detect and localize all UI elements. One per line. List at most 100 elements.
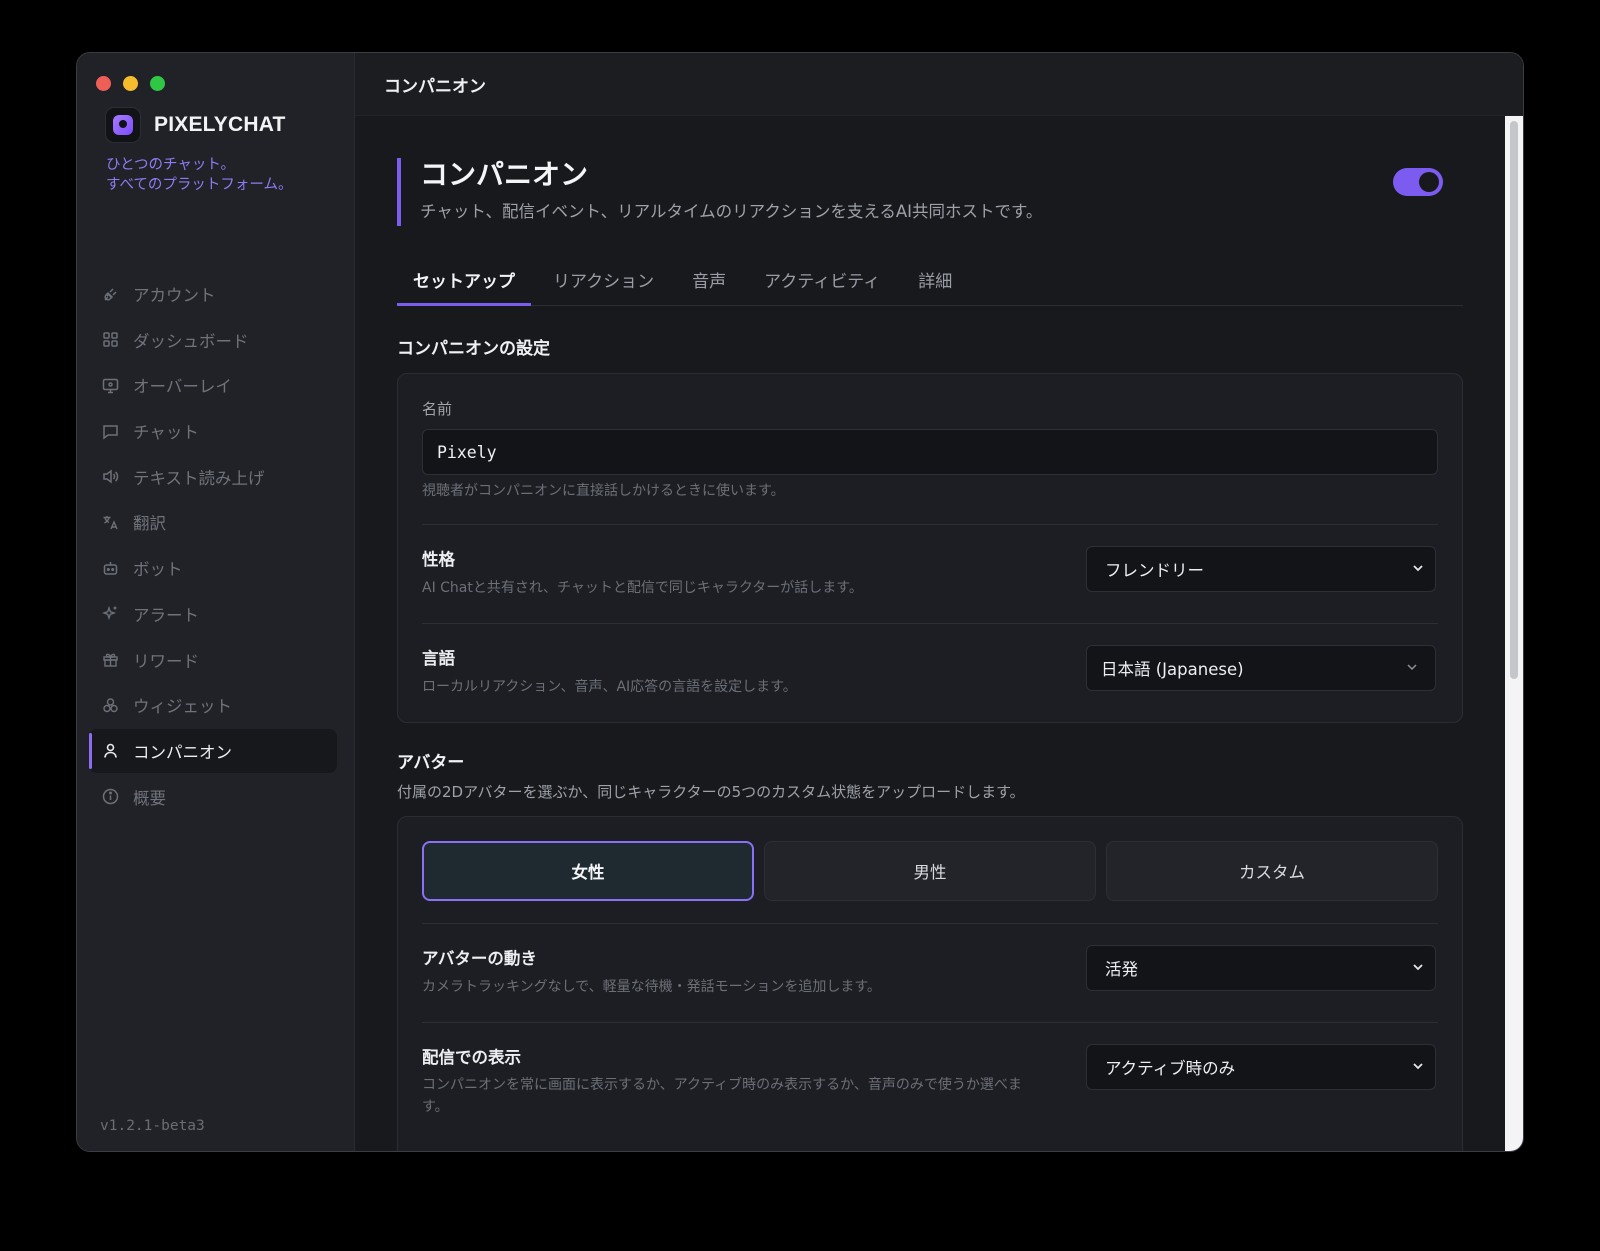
companion-enabled-toggle[interactable] — [1393, 168, 1443, 196]
divider — [422, 623, 1438, 624]
avatar-section-description: 付属の2Dアバターを選ぶか、同じキャラクターの5つのカスタム状態をアップロードし… — [397, 783, 1025, 801]
tab-reactions[interactable]: リアクション — [537, 254, 670, 306]
chevron-down-icon — [1407, 664, 1417, 671]
translate-icon — [102, 514, 119, 531]
sidebar-item-label: 概要 — [133, 788, 166, 808]
sidebar-item-bot[interactable]: ボット — [89, 546, 337, 590]
personality-select[interactable]: フレンドリー — [1086, 546, 1436, 592]
close-window-button[interactable] — [96, 76, 111, 91]
app-window: PIXELYCHAT ひとつのチャット。 すべてのプラットフォーム。 アカウント… — [76, 52, 1524, 1152]
sidebar-item-widgets[interactable]: ウィジェット — [89, 683, 337, 727]
chat-bubble-icon — [102, 423, 119, 440]
sidebar-item-label: 翻訳 — [133, 514, 166, 534]
avatar-motion-select-value: 活発 — [1105, 960, 1138, 979]
sidebar-item-label: アラート — [133, 605, 199, 625]
app-logo-icon — [105, 107, 141, 143]
sidebar-item-label: テキスト読み上げ — [133, 468, 265, 488]
monitor-icon — [102, 377, 119, 394]
tab-voice[interactable]: 音声 — [676, 254, 742, 306]
stream-display-select-value: アクティブ時のみ — [1105, 1059, 1236, 1078]
page-description: チャット、配信イベント、リアルタイムのリアクションを支えるAI共同ホストです。 — [420, 202, 1043, 221]
name-label: 名前 — [422, 400, 453, 418]
tab-setup[interactable]: セットアップ — [397, 254, 531, 306]
sidebar-item-label: チャット — [133, 423, 199, 443]
sidebar-item-overlay[interactable]: オーバーレイ — [89, 363, 337, 407]
tagline-line-1: ひとつのチャット。 — [106, 157, 236, 173]
settings-card: 名前 Pixely 視聴者がコンパニオンに直接話しかけるときに使います。 性格 … — [397, 373, 1463, 723]
stream-display-hint-line-1: コンパニオンを常に画面に表示するか、アクティブ時のみ表示するか、音声のみで使うか… — [422, 1077, 1022, 1093]
gift-icon — [102, 651, 119, 668]
scrollbar[interactable] — [1505, 116, 1523, 1151]
avatar-option-female[interactable]: 女性 — [422, 841, 754, 901]
avatar-motion-label: アバターの動き — [422, 949, 537, 968]
chevron-down-icon — [1413, 1063, 1423, 1070]
sidebar-item-tts[interactable]: テキスト読み上げ — [89, 455, 337, 499]
personality-hint: AI Chatと共有され、チャットと配信で同じキャラクターが話します。 — [422, 580, 863, 596]
tagline: ひとつのチャット。 すべてのプラットフォーム。 — [106, 155, 292, 195]
main-panel: コンパニオン コンパニオン チャット、配信イベント、リアルタイムのリアクションを… — [355, 53, 1523, 1151]
stream-display-select[interactable]: アクティブ時のみ — [1086, 1044, 1436, 1090]
divider — [422, 1022, 1438, 1023]
app-version: v1.2.1-beta3 — [100, 1118, 205, 1134]
avatar-option-male[interactable]: 男性 — [764, 841, 1096, 901]
tagline-line-2: すべてのプラットフォーム。 — [106, 177, 293, 193]
personality-label: 性格 — [422, 550, 455, 569]
sidebar-item-about[interactable]: 概要 — [89, 775, 337, 819]
scrollbar-thumb[interactable] — [1510, 121, 1518, 679]
sidebar-item-chat[interactable]: チャット — [89, 409, 337, 453]
brand-name: PIXELYCHAT — [154, 113, 286, 136]
settings-section-title: コンパニオンの設定 — [397, 339, 550, 359]
zoom-window-button[interactable] — [150, 76, 165, 91]
grid-icon — [102, 331, 119, 348]
minimize-window-button[interactable] — [123, 76, 138, 91]
stream-display-label: 配信での表示 — [422, 1048, 521, 1067]
window-controls — [96, 76, 165, 91]
sidebar: PIXELYCHAT ひとつのチャット。 すべてのプラットフォーム。 アカウント… — [77, 53, 355, 1151]
sidebar-item-rewards[interactable]: リワード — [89, 638, 337, 682]
sidebar-item-label: コンパニオン — [133, 742, 232, 762]
tab-advanced[interactable]: 詳細 — [902, 254, 968, 306]
sidebar-item-translate[interactable]: 翻訳 — [89, 500, 337, 544]
tab-activity[interactable]: アクティビティ — [748, 254, 896, 306]
avatar-motion-select[interactable]: 活発 — [1086, 945, 1436, 991]
sidebar-item-alerts[interactable]: アラート — [89, 592, 337, 636]
sidebar-item-dashboard[interactable]: ダッシュボード — [89, 318, 337, 362]
divider — [422, 524, 1438, 525]
toggle-knob — [1419, 172, 1439, 192]
robot-icon — [102, 560, 119, 577]
language-select-value: 日本語 (Japanese) — [1101, 660, 1244, 679]
chevron-down-icon — [1413, 565, 1423, 572]
sidebar-item-companion[interactable]: コンパニオン — [89, 728, 337, 773]
language-label: 言語 — [422, 649, 455, 668]
stream-display-hint-line-2: す。 — [422, 1099, 449, 1115]
page-title: コンパニオン — [420, 158, 589, 191]
name-hint: 視聴者がコンパニオンに直接話しかけるときに使います。 — [422, 483, 785, 499]
sidebar-item-label: アカウント — [133, 286, 216, 305]
sidebar-nav: アカウント ダッシュボード オーバーレイ チャット テキスト読み上げ 翻訳 ボッ… — [89, 272, 337, 820]
sidebar-item-label: ウィジェット — [133, 697, 232, 717]
top-bar: コンパニオン — [355, 53, 1523, 116]
avatar-option-custom[interactable]: カスタム — [1106, 841, 1438, 901]
top-bar-title: コンパニオン — [384, 76, 486, 97]
divider — [422, 923, 1438, 924]
chevron-down-icon — [1413, 964, 1423, 971]
page-header: コンパニオン チャット、配信イベント、リアルタイムのリアクションを支えるAI共同… — [397, 158, 1459, 226]
user-icon — [102, 742, 119, 759]
sidebar-item-account[interactable]: アカウント — [89, 272, 337, 316]
sidebar-item-label: ボット — [133, 560, 183, 580]
language-hint: ローカルリアクション、音声、AI応答の言語を設定します。 — [422, 679, 797, 695]
name-field[interactable]: Pixely — [422, 429, 1438, 475]
avatar-card: 女性 男性 カスタム アバターの動き カメラトラッキングなしで、軽量な待機・発話… — [397, 816, 1463, 1151]
personality-select-value: フレンドリー — [1105, 561, 1204, 580]
plug-icon — [102, 286, 119, 303]
avatar-section-title: アバター — [397, 753, 465, 773]
sparkle-icon — [102, 605, 119, 622]
language-select[interactable]: 日本語 (Japanese) — [1086, 645, 1436, 691]
info-icon — [102, 788, 119, 805]
widget-icon — [102, 697, 119, 714]
speaker-icon — [102, 468, 119, 485]
stream-display-hint: コンパニオンを常に画面に表示するか、アクティブ時のみ表示するか、音声のみで使うか… — [422, 1074, 1062, 1118]
content-area: コンパニオン チャット、配信イベント、リアルタイムのリアクションを支えるAI共同… — [355, 116, 1505, 1151]
sidebar-item-label: ダッシュボード — [133, 331, 249, 351]
sidebar-item-label: オーバーレイ — [133, 377, 232, 397]
